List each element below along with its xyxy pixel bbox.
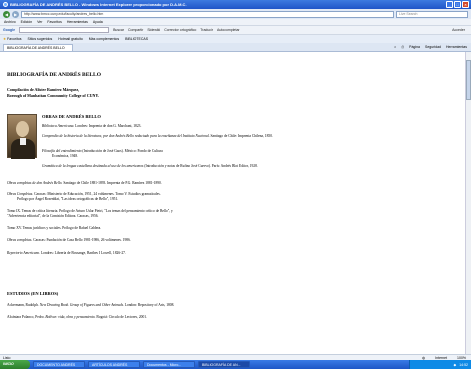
task-articulos-andres[interactable]: ARTÍCULOS ANDRÉS — [88, 361, 140, 368]
list-item: Ackermann, Rudolph. New Drawing Book. Gr… — [7, 303, 175, 307]
security-menu[interactable]: Seguridad — [425, 45, 441, 49]
menu-favoritos[interactable]: Favoritos — [47, 20, 61, 24]
tools-menu[interactable]: Herramientas — [446, 45, 467, 49]
task-documentos-micro[interactable]: Documentos - Micro... — [143, 361, 195, 368]
ie-logo-icon — [3, 2, 8, 7]
list-item: Tomo XV. Temas jurídicos y sociales. Pró… — [7, 226, 102, 230]
list-item: Obras completas de don Andrés Bello. San… — [7, 181, 162, 185]
page-title: BIBLIOGRAFÍA DE ANDRÉS BELLO — [7, 72, 101, 78]
list-item: Compendio de la historia de la literatur… — [42, 134, 273, 138]
zoom-control[interactable]: 100% — [457, 356, 466, 360]
list-item: Obras completas. Caracas: Fundación de C… — [7, 238, 131, 242]
page-content: BIBLIOGRAFÍA DE ANDRÉS BELLO Compilación… — [0, 52, 465, 354]
google-spellcheck-button[interactable]: Corrector ortográfico — [164, 28, 196, 32]
google-search-button[interactable]: Buscar — [113, 28, 124, 32]
window-title-bar: BIBLIOGRAFÍA DE ANDRÉS BELLO - Windows I… — [0, 0, 471, 9]
address-input[interactable]: http://www.bmcc.cuny.edu/faculty/andres_… — [21, 10, 394, 18]
google-toolbar: Google Buscar Compartir Sidewiki Correct… — [0, 25, 471, 34]
status-text: Listo — [3, 355, 11, 360]
home-icon[interactable]: ⌂ — [394, 45, 396, 49]
list-item: Biblioteca Americana. Londres: Imprenta … — [42, 124, 142, 128]
list-item: Repertorio Americano. Londres: Librería … — [7, 251, 126, 255]
back-button[interactable]: ◀ — [3, 10, 10, 18]
close-button[interactable]: × — [462, 1, 469, 8]
google-translate-button[interactable]: Traducir — [200, 28, 213, 32]
live-search-input[interactable]: Live Search — [396, 10, 468, 18]
system-tray: ◆ 14:52 — [409, 360, 471, 369]
fav-hotmail[interactable]: Hotmail gratuito — [58, 37, 83, 41]
maximize-button[interactable]: □ — [454, 1, 461, 8]
tab-bar: BIBLIOGRAFÍA DE ANDRÉS BELLO ⌂ ⎙ Página … — [0, 43, 471, 52]
google-logo: Google — [3, 28, 16, 32]
list-item: Tomo IX. Temas de crítica literaria. Pró… — [7, 209, 173, 218]
google-autofill-button[interactable]: Autocompletar — [217, 28, 240, 32]
google-search-input[interactable] — [19, 27, 110, 33]
list-item: Obras Completas. Caracas: Ministerio de … — [7, 192, 161, 201]
zone-label: Internet — [435, 355, 448, 360]
compiled-by: Compilación de Alister Ramírez Márquez, … — [7, 87, 99, 98]
taskbar: INICIO DOCUMENTO ANDRÉS ARTÍCULOS ANDRÉS… — [0, 360, 471, 369]
menu-herramientas[interactable]: Herramientas — [67, 20, 88, 24]
task-bibliografia[interactable]: BIBLIOGRAFÍA DE AN... — [198, 361, 250, 368]
task-documento-andres[interactable]: DOCUMENTO ANDRÉS — [33, 361, 85, 368]
google-sidewiki-button[interactable]: Sidewiki — [147, 28, 160, 32]
obras-heading: OBRAS DE ANDRÉS BELLO — [42, 114, 101, 119]
menu-edicion[interactable]: Edición — [21, 20, 32, 24]
print-icon[interactable]: ⎙ — [401, 45, 404, 49]
fav-complementos[interactable]: Más complementos — [89, 37, 119, 41]
globe-icon: ◍ — [422, 355, 426, 360]
list-item: Alcántara Polanco, Pedro. Bolívar: vida,… — [7, 315, 147, 319]
clock: 14:52 — [459, 362, 468, 367]
tray-icon[interactable]: ◆ — [454, 363, 457, 367]
estudios-heading: ESTUDIOS (EN LIBROS) — [7, 291, 59, 296]
list-item: Gramática de la lengua castellana destin… — [42, 164, 258, 168]
start-button[interactable]: INICIO — [0, 360, 30, 369]
menu-archivo[interactable]: Archivo — [4, 20, 16, 24]
page-menu[interactable]: Página — [409, 45, 420, 49]
menu-ver[interactable]: Ver — [37, 20, 42, 24]
star-icon: ★ — [3, 37, 7, 41]
fav-bibliotecas[interactable]: BIBLIOTECAS — [125, 37, 148, 41]
menu-ayuda[interactable]: Ayuda — [93, 20, 103, 24]
fav-sitios-sugeridos[interactable]: Sitios sugeridos — [28, 37, 53, 41]
andres-bello-portrait — [7, 114, 37, 159]
vertical-scrollbar[interactable] — [465, 52, 471, 354]
google-signin-button[interactable]: Acceder — [452, 28, 465, 32]
forward-button[interactable]: ▶ — [12, 10, 19, 18]
scroll-thumb[interactable] — [466, 60, 471, 100]
list-item: Filosofía del entendimiento (Introducció… — [42, 149, 163, 158]
address-toolbar: ◀ ▶ http://www.bmcc.cuny.edu/faculty/and… — [0, 9, 471, 19]
favorites-button[interactable]: ★ Favoritos — [3, 37, 22, 41]
window-title: BIBLIOGRAFÍA DE ANDRÉS BELLO - Windows I… — [10, 2, 187, 7]
google-share-button[interactable]: Compartir — [128, 28, 143, 32]
favorites-bar: ★ Favoritos Sitios sugeridos Hotmail gra… — [0, 34, 471, 43]
minimize-button[interactable]: _ — [446, 1, 453, 8]
tab-bibliografia[interactable]: BIBLIOGRAFÍA DE ANDRÉS BELLO — [3, 43, 73, 51]
